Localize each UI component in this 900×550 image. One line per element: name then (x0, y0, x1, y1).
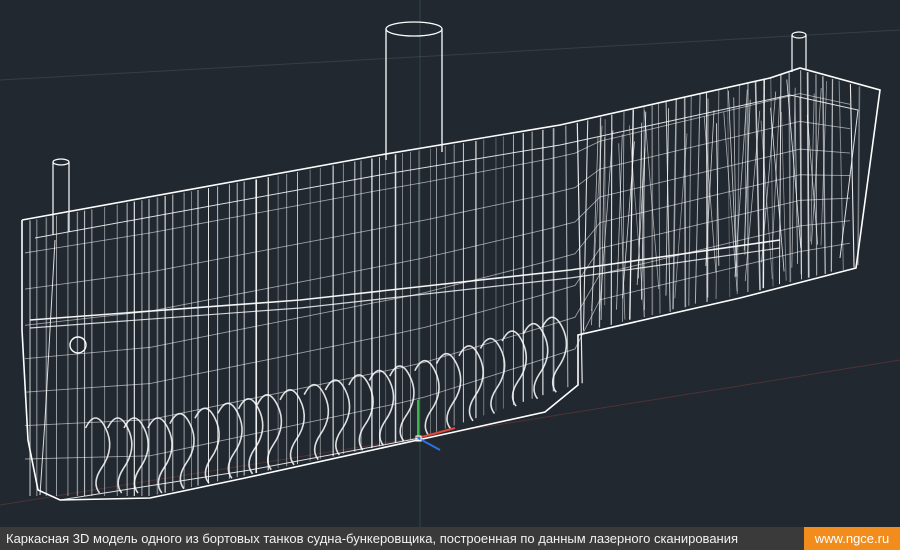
tank-keel-edge (59, 437, 421, 501)
tank-end-edge (39, 239, 56, 496)
site-link[interactable]: www.ngce.ru (804, 527, 900, 550)
model-viewport[interactable] (0, 0, 900, 527)
caption-text: Каркасная 3D модель одного из бортовых т… (6, 531, 739, 546)
pipe-top (385, 21, 443, 37)
wireframe-tank-model (0, 0, 900, 527)
brace-line (618, 143, 626, 320)
inner-pipe (29, 239, 781, 321)
floor-member (435, 352, 462, 430)
brace-line (591, 136, 599, 326)
floor-member (84, 417, 111, 494)
floor-member (522, 322, 549, 400)
tank-inner-edge (34, 94, 859, 259)
frame-line (849, 83, 855, 268)
vent-top (52, 158, 70, 166)
grid-line (0, 29, 900, 81)
floor-member (106, 417, 133, 494)
brace-line (600, 137, 606, 320)
caption-bar: Каркасная 3D модель одного из бортовых т… (0, 527, 900, 550)
floor-member (458, 345, 484, 422)
